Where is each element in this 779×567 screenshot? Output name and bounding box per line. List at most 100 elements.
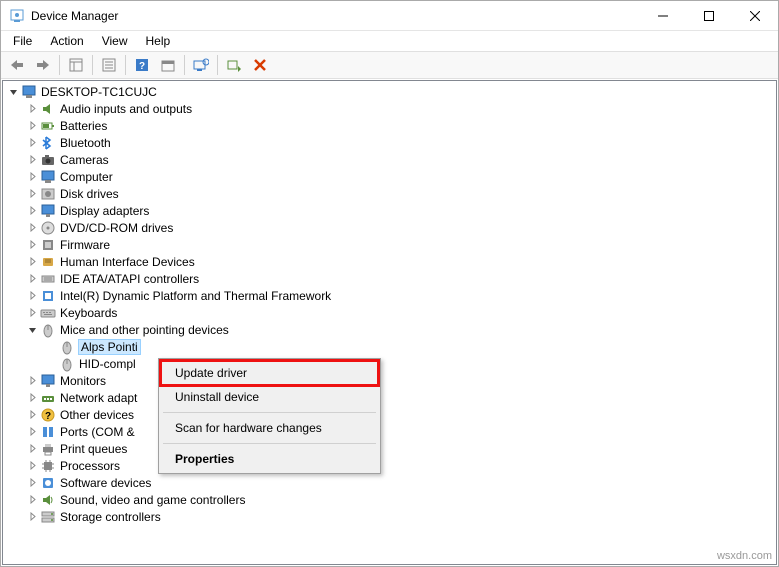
maximize-button[interactable] <box>686 1 732 31</box>
expand-icon <box>45 341 57 353</box>
context-menu-item[interactable]: Properties <box>161 447 378 471</box>
expand-icon[interactable] <box>26 188 38 200</box>
context-menu-item[interactable]: Scan for hardware changes <box>161 416 378 440</box>
tree-node[interactable]: Cameras <box>3 151 776 168</box>
close-button[interactable] <box>732 1 778 31</box>
tree-node[interactable]: Processors <box>3 457 776 474</box>
expand-icon[interactable] <box>26 103 38 115</box>
window-controls <box>640 1 778 31</box>
expand-icon[interactable] <box>26 511 38 523</box>
tree-node[interactable]: ? Other devices <box>3 406 776 423</box>
back-button[interactable] <box>5 53 29 77</box>
cpu-icon <box>40 458 56 474</box>
tree-node-label: Print queues <box>60 442 127 456</box>
tree-node-label: Display adapters <box>60 204 149 218</box>
tree-node[interactable]: Bluetooth <box>3 134 776 151</box>
device-tree-container: DESKTOP-TC1CUJCAudio inputs and outputsB… <box>2 80 777 565</box>
tree-node[interactable]: Firmware <box>3 236 776 253</box>
tree-node[interactable]: Disk drives <box>3 185 776 202</box>
audio-icon <box>40 101 56 117</box>
tree-node[interactable]: Ports (COM & <box>3 423 776 440</box>
tree-node[interactable]: Monitors <box>3 372 776 389</box>
intel-icon <box>40 288 56 304</box>
tree-node[interactable]: Audio inputs and outputs <box>3 100 776 117</box>
tree-node[interactable]: Intel(R) Dynamic Platform and Thermal Fr… <box>3 287 776 304</box>
menu-view[interactable]: View <box>94 32 136 50</box>
help-button[interactable]: ? <box>130 53 154 77</box>
tree-node[interactable]: Software devices <box>3 474 776 491</box>
menu-file[interactable]: File <box>5 32 40 50</box>
expand-icon[interactable] <box>26 290 38 302</box>
tree-node-label: Monitors <box>60 374 106 388</box>
tree-node-label: Firmware <box>60 238 110 252</box>
expand-icon[interactable] <box>26 460 38 472</box>
tree-node[interactable]: Mice and other pointing devices <box>3 321 776 338</box>
expand-icon[interactable] <box>26 137 38 149</box>
scan-hardware-button[interactable] <box>189 53 213 77</box>
tree-node-label: Computer <box>60 170 113 184</box>
collapse-icon[interactable] <box>7 86 19 98</box>
expand-icon[interactable] <box>26 409 38 421</box>
context-menu-item[interactable]: Update driver <box>161 361 378 385</box>
menubar: File Action View Help <box>1 31 778 51</box>
mouse-icon <box>40 322 56 338</box>
expand-icon[interactable] <box>26 239 38 251</box>
menu-action[interactable]: Action <box>42 32 91 50</box>
svg-text:?: ? <box>45 411 51 422</box>
tree-node-label: Other devices <box>60 408 134 422</box>
tree-node[interactable]: Batteries <box>3 117 776 134</box>
expand-icon[interactable] <box>26 256 38 268</box>
titlebar: Device Manager <box>1 1 778 31</box>
tree-node[interactable]: Sound, video and game controllers <box>3 491 776 508</box>
collapse-icon[interactable] <box>26 324 38 336</box>
toolbar: ? <box>1 51 778 79</box>
ide-icon <box>40 271 56 287</box>
show-hide-console-button[interactable] <box>64 53 88 77</box>
expand-icon[interactable] <box>26 154 38 166</box>
tree-node[interactable]: Keyboards <box>3 304 776 321</box>
toolbar-separator <box>184 55 185 75</box>
tree-node[interactable]: Display adapters <box>3 202 776 219</box>
expand-icon[interactable] <box>26 392 38 404</box>
expand-icon[interactable] <box>26 494 38 506</box>
firmware-icon <box>40 237 56 253</box>
expand-icon[interactable] <box>26 375 38 387</box>
ports-icon <box>40 424 56 440</box>
minimize-button[interactable] <box>640 1 686 31</box>
properties-button[interactable] <box>97 53 121 77</box>
tree-node[interactable]: Network adapt <box>3 389 776 406</box>
toolbar-separator <box>59 55 60 75</box>
forward-button[interactable] <box>31 53 55 77</box>
expand-icon[interactable] <box>26 477 38 489</box>
expand-icon[interactable] <box>26 222 38 234</box>
battery-icon <box>40 118 56 134</box>
expand-icon[interactable] <box>26 205 38 217</box>
tree-node[interactable]: HID-compl <box>3 355 776 372</box>
tree-node[interactable]: Computer <box>3 168 776 185</box>
tree-node[interactable]: DESKTOP-TC1CUJC <box>3 83 776 100</box>
expand-icon[interactable] <box>26 171 38 183</box>
expand-icon[interactable] <box>26 273 38 285</box>
tree-node[interactable]: Alps Pointi <box>3 338 776 355</box>
context-menu-separator <box>163 412 376 413</box>
expand-icon[interactable] <box>26 120 38 132</box>
tree-node-label: Disk drives <box>60 187 119 201</box>
uninstall-button[interactable] <box>248 53 272 77</box>
display-icon <box>40 203 56 219</box>
expand-icon[interactable] <box>26 443 38 455</box>
add-legacy-button[interactable] <box>222 53 246 77</box>
tree-node-label: HID-compl <box>79 357 136 371</box>
expand-icon[interactable] <box>26 307 38 319</box>
tree-node[interactable]: Storage controllers <box>3 508 776 525</box>
expand-icon[interactable] <box>26 426 38 438</box>
device-tree[interactable]: DESKTOP-TC1CUJCAudio inputs and outputsB… <box>3 81 776 564</box>
tree-node[interactable]: IDE ATA/ATAPI controllers <box>3 270 776 287</box>
action-button[interactable] <box>156 53 180 77</box>
tree-node-label: Ports (COM & <box>60 425 135 439</box>
computer-icon <box>40 169 56 185</box>
context-menu-item[interactable]: Uninstall device <box>161 385 378 409</box>
tree-node[interactable]: Human Interface Devices <box>3 253 776 270</box>
tree-node[interactable]: DVD/CD-ROM drives <box>3 219 776 236</box>
menu-help[interactable]: Help <box>138 32 179 50</box>
tree-node[interactable]: Print queues <box>3 440 776 457</box>
